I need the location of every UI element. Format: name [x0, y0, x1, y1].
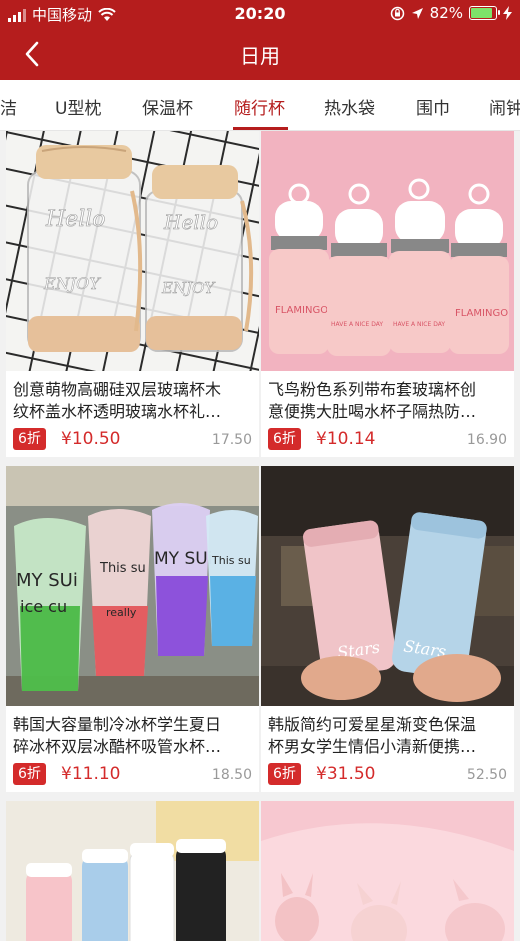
flamingo-bottles-image: FLAMINGO HAVE A NICE DAY HAVE A NICE DAY: [261, 131, 514, 371]
cup-text: MY SUi: [154, 549, 212, 569]
cup-text: really: [106, 606, 137, 619]
original-price: 17.50: [211, 432, 252, 448]
status-bar: 中国移动 20:20 82%: [0, 0, 520, 28]
star-thermos-image: Stars Stars: [261, 466, 514, 706]
product-card[interactable]: FLAMINGO HAVE A NICE DAY HAVE A NICE DAY: [261, 131, 514, 457]
product-image[interactable]: [261, 801, 514, 941]
original-price: 52.50: [466, 767, 507, 783]
product-title[interactable]: 飞鸟粉色系列带布套玻璃杯创 意便携大肚喝水杯子隔热防…: [268, 379, 508, 423]
tab-0[interactable]: 洁: [0, 94, 17, 119]
cup-text: MY SUi: [16, 570, 78, 591]
original-price: 16.90: [466, 432, 507, 448]
tab-6[interactable]: 闹钟: [489, 94, 520, 119]
product-image[interactable]: Hello ENJOY Hello ENJOY: [6, 131, 259, 371]
product-title[interactable]: 创意萌物高硼硅双层玻璃杯木 纹杯盖水杯透明玻璃水杯礼…: [13, 379, 253, 423]
product-image[interactable]: Stars Stars: [261, 466, 514, 706]
tab-4[interactable]: 热水袋: [324, 94, 375, 119]
product-card[interactable]: MY SUi ice cu This su really MY SUi This…: [6, 466, 259, 792]
ice-cups-image: MY SUi ice cu This su really MY SUi This…: [6, 466, 259, 706]
location-icon: [411, 7, 423, 19]
product-card[interactable]: Stars Stars 韩版简约可爱星星渐变色保温 杯男女学生情侣小清新便携… …: [261, 466, 514, 792]
discount-badge: 6折: [13, 763, 46, 785]
product-title[interactable]: 韩版简约可爱星星渐变色保温 杯男女学生情侣小清新便携…: [268, 714, 508, 758]
cup-text: This su: [99, 561, 146, 576]
bottle-text: HAVE A NICE DAY: [393, 321, 445, 328]
product-image[interactable]: FLAMINGO HAVE A NICE DAY HAVE A NICE DAY: [261, 131, 514, 371]
product-card[interactable]: [6, 801, 259, 941]
glass-cups-image: Hello ENJOY Hello ENJOY: [6, 131, 259, 371]
page-title: 日用: [240, 44, 280, 68]
battery-icon: [469, 6, 500, 20]
bottle-text: HAVE A NICE DAY: [331, 321, 383, 328]
discount-badge: 6折: [13, 428, 46, 450]
active-tab-indicator: [233, 127, 288, 130]
product-card[interactable]: [261, 801, 514, 941]
tab-1[interactable]: U型枕: [55, 94, 101, 119]
product-image[interactable]: [6, 801, 259, 941]
cup-text: ENJOY: [43, 274, 101, 293]
original-price: 18.50: [211, 767, 252, 783]
sale-price: ¥31.50: [316, 764, 376, 784]
nav-bar: 日用: [0, 28, 520, 80]
sale-price: ¥10.50: [61, 429, 121, 449]
pink-cups-image: [261, 801, 514, 941]
cup-text: ice cu: [20, 597, 67, 616]
product-card[interactable]: Hello ENJOY Hello ENJOY 创意萌物高硼硅双层玻璃杯木 纹杯…: [6, 131, 259, 457]
bottle-text: FLAMINGO: [275, 305, 328, 316]
bottle-text: FLAMINGO: [455, 308, 508, 319]
cup-text: ENJOY: [161, 279, 216, 297]
product-image[interactable]: MY SUi ice cu This su really MY SUi This…: [6, 466, 259, 706]
sale-price: ¥11.10: [61, 764, 121, 784]
thermos-set-image: [6, 801, 259, 941]
category-tabs: 洁 U型枕 保温杯 随行杯 热水袋 围巾 闹钟: [0, 80, 520, 131]
product-title[interactable]: 韩国大容量制冷冰杯学生夏日 碎冰杯双层冰酷杯吸管水杯…: [13, 714, 253, 758]
discount-badge: 6折: [268, 763, 301, 785]
discount-badge: 6折: [268, 428, 301, 450]
cup-text: Hello: [163, 210, 218, 234]
tab-5[interactable]: 围巾: [416, 94, 450, 119]
cup-text: This su: [211, 554, 251, 567]
battery-percent: 82%: [429, 4, 463, 22]
cup-text: Hello: [45, 207, 106, 232]
tab-2[interactable]: 保温杯: [142, 94, 193, 119]
charging-icon: [503, 6, 512, 20]
tab-3[interactable]: 随行杯: [234, 94, 285, 119]
sale-price: ¥10.14: [316, 429, 376, 449]
rotation-lock-icon: [390, 6, 404, 20]
